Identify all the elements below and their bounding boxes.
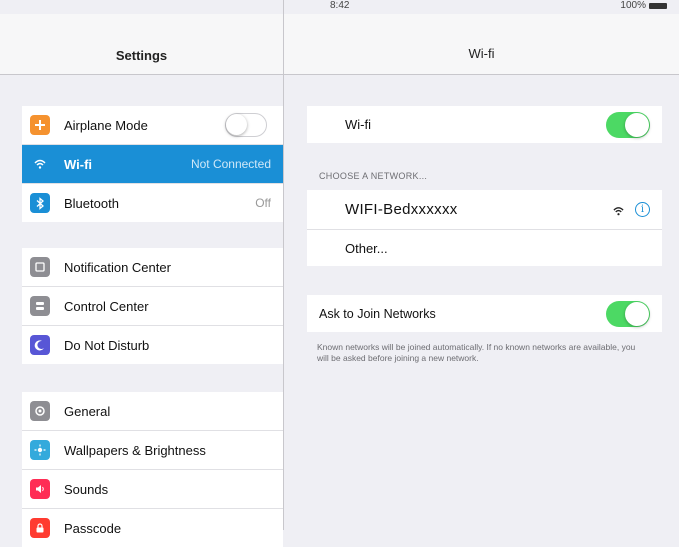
- bluetooth-icon: [30, 193, 50, 213]
- sidebar-item-wallpapers-brightness[interactable]: Wallpapers & Brightness: [22, 431, 283, 470]
- page-title: Wi-fi: [468, 46, 495, 61]
- sidebar-group-general: General Wallpapers & Brightness Sounds P…: [22, 392, 283, 547]
- info-icon[interactable]: i: [635, 202, 650, 217]
- sidebar-item-passcode[interactable]: Passcode: [22, 509, 283, 547]
- sidebar-item-label: Do Not Disturb: [64, 337, 150, 353]
- ask-to-join-card: Ask to Join Networks: [307, 295, 662, 332]
- sidebar-item-label: Airplane Mode: [64, 117, 148, 133]
- sidebar-item-label: Control Center: [64, 298, 149, 314]
- wifi-toggle-label: Wi-fi: [345, 117, 371, 132]
- detail-header: Wi-fi: [284, 14, 679, 75]
- sidebar-item-control-center[interactable]: Control Center: [22, 287, 283, 326]
- wifi-icon: [30, 154, 50, 174]
- wifi-toggle-row: Wi-fi: [307, 106, 662, 143]
- wifi-toggle[interactable]: [606, 111, 650, 138]
- choose-network-header: CHOOSE A NETWORK...: [319, 171, 428, 181]
- toggle-switch: [606, 300, 650, 327]
- sidebar-item-do-not-disturb[interactable]: Do Not Disturb: [22, 326, 283, 364]
- sidebar-item-general[interactable]: General: [22, 392, 283, 431]
- bluetooth-status-value: Off: [255, 196, 271, 210]
- sidebar-item-bluetooth[interactable]: Bluetooth Off: [22, 184, 283, 222]
- sidebar-item-wifi[interactable]: Wi-fi Not Connected: [22, 145, 283, 184]
- battery-icon: [649, 2, 667, 9]
- speaker-icon: [30, 479, 50, 499]
- wallpaper-icon: [30, 440, 50, 460]
- toggle-switch: [606, 111, 650, 138]
- wifi-toggle-card: Wi-fi: [307, 106, 662, 143]
- sidebar-item-label: Wallpapers & Brightness: [64, 442, 206, 458]
- sidebar-item-label: Wi-fi: [64, 156, 93, 172]
- wifi-status-value: Not Connected: [190, 157, 271, 171]
- other-network-label: Other...: [345, 240, 388, 256]
- settings-sidebar: Settings Airplane Mode Wi-fi Not Connect…: [0, 0, 284, 547]
- lock-icon: [30, 518, 50, 538]
- network-row[interactable]: WIFI-Bedxxxxxx i: [307, 190, 662, 230]
- airplane-mode-toggle[interactable]: [225, 113, 267, 137]
- sidebar-item-label: Passcode: [64, 520, 122, 536]
- sidebar-item-sounds[interactable]: Sounds: [22, 470, 283, 509]
- battery-percent: 100%: [620, 0, 646, 11]
- sidebar-item-airplane-mode[interactable]: Airplane Mode: [22, 106, 283, 145]
- network-name: WIFI-Bedxxxxxx: [345, 201, 458, 218]
- clock: 8:42: [330, 0, 350, 11]
- network-list-card: WIFI-Bedxxxxxx i Other...: [307, 190, 662, 266]
- ask-to-join-toggle[interactable]: [606, 300, 650, 327]
- network-row-other[interactable]: Other...: [307, 230, 662, 266]
- sidebar-item-label: General: [64, 403, 111, 419]
- moon-icon: [30, 335, 50, 355]
- sidebar-item-label: Sounds: [64, 481, 109, 497]
- sidebar-header: Settings: [0, 14, 283, 75]
- ask-to-join-row: Ask to Join Networks: [307, 295, 662, 332]
- notification-center-icon: [30, 257, 50, 277]
- control-center-icon: [30, 296, 50, 316]
- sidebar-group-notifications: Notification Center Control Center Do No…: [22, 248, 283, 364]
- sidebar-group-connectivity: Airplane Mode Wi-fi Not Connected Blueto…: [22, 106, 283, 222]
- ask-to-join-label: Ask to Join Networks: [319, 306, 436, 321]
- sidebar-item-label: Notification Center: [64, 259, 171, 275]
- sidebar-item-notification-center[interactable]: Notification Center: [22, 248, 283, 287]
- sidebar-item-label: Bluetooth: [64, 195, 119, 211]
- gear-icon: [30, 401, 50, 421]
- ask-to-join-footnote: Known networks will be joined automatica…: [317, 342, 636, 363]
- airplane-icon: [30, 115, 50, 135]
- sidebar-title: Settings: [115, 48, 168, 63]
- battery-status: 100%: [620, 0, 667, 11]
- wifi-signal-icon: [613, 203, 624, 221]
